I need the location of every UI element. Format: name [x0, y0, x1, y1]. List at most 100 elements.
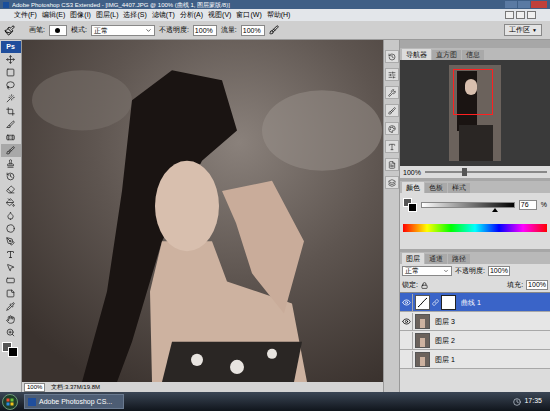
panel-tab[interactable]: 通道	[425, 254, 447, 264]
tool-button[interactable]	[1, 170, 21, 183]
opacity-field[interactable]: 100%	[193, 25, 217, 36]
tool-presets-icon	[388, 89, 396, 97]
color-value-field[interactable]: 76	[519, 200, 537, 210]
panel-tab[interactable]: 色板	[425, 183, 447, 193]
tool-button[interactable]	[1, 105, 21, 118]
menu-item[interactable]: 帮助(H)	[267, 10, 291, 20]
doc-close-button[interactable]	[527, 11, 536, 19]
tool-button[interactable]	[1, 92, 21, 105]
panel-button[interactable]	[385, 86, 399, 99]
flow-field[interactable]: 100%	[241, 25, 265, 36]
tool-button[interactable]	[1, 222, 21, 235]
visibility-toggle[interactable]	[401, 351, 413, 368]
fill-field[interactable]: 100%	[526, 280, 548, 290]
taskbar-button[interactable]: Adobe Photoshop CS...	[24, 394, 124, 409]
panel-tab[interactable]: 路径	[448, 254, 470, 264]
panel-tab[interactable]: 图层	[402, 253, 424, 264]
menu-item[interactable]: 窗口(W)	[236, 10, 261, 20]
brush-picker[interactable]	[49, 25, 67, 36]
panel-button[interactable]	[385, 104, 399, 117]
mode-select[interactable]: 正常	[91, 25, 155, 36]
visibility-toggle[interactable]	[401, 313, 413, 330]
doc-restore-button[interactable]	[516, 11, 525, 19]
tool-button[interactable]	[1, 118, 21, 131]
color-swatches[interactable]	[2, 342, 20, 358]
panel-tab[interactable]: 直方图	[432, 50, 461, 60]
panel-button[interactable]	[385, 50, 399, 63]
view-box[interactable]	[453, 69, 493, 115]
tool-button[interactable]	[1, 144, 21, 157]
options-bar: 画笔:模式:正常不透明度:100%流量:100%工作区▼	[0, 21, 550, 40]
history-panel-icon	[388, 53, 396, 61]
tool-button[interactable]	[1, 326, 21, 339]
tool-button[interactable]	[1, 274, 21, 287]
menu-item[interactable]: 图层(L)	[96, 10, 119, 20]
panel-tab[interactable]: 导航器	[402, 49, 431, 60]
zoom-slider[interactable]	[425, 171, 547, 173]
blend-mode-select[interactable]: 正常	[402, 266, 452, 276]
visibility-toggle[interactable]	[401, 332, 413, 349]
navigator-zoom: 100%	[403, 168, 421, 177]
photo	[22, 40, 383, 382]
start-orb-icon[interactable]	[2, 394, 18, 410]
tool-button[interactable]	[1, 196, 21, 209]
layer-row[interactable]: 曲线 1	[400, 293, 550, 312]
menu-item[interactable]: 编辑(E)	[42, 10, 65, 20]
panel-tab[interactable]: 样式	[448, 183, 470, 193]
menu-item[interactable]: 选择(S)	[123, 10, 146, 20]
tool-button[interactable]	[1, 183, 21, 196]
panel-button[interactable]	[385, 176, 399, 189]
menu-item[interactable]: 文件(F)	[14, 10, 37, 20]
tool-button[interactable]	[1, 235, 21, 248]
layer-row[interactable]: 图层 3	[400, 312, 550, 331]
brush-preset-icon[interactable]	[4, 25, 15, 36]
zoom-field[interactable]: 100%	[24, 383, 45, 392]
airbrush-icon[interactable]	[269, 25, 279, 35]
panel-tab[interactable]: 颜色	[402, 182, 424, 193]
system-tray: 17:35	[509, 394, 546, 409]
fg-bg-swatch[interactable]	[403, 198, 417, 212]
tool-button[interactable]	[1, 66, 21, 79]
layer-row[interactable]: 图层 2	[400, 331, 550, 350]
layer-row[interactable]: 图层 1	[400, 350, 550, 369]
ps-logo[interactable]: Ps	[1, 41, 21, 53]
menu-item[interactable]: 分析(A)	[180, 10, 203, 20]
tray-icon[interactable]	[513, 398, 521, 406]
doc-minimize-button[interactable]	[505, 11, 514, 19]
menu-item[interactable]: 图像(I)	[70, 10, 91, 20]
panel-button[interactable]	[385, 140, 399, 153]
menu-item[interactable]: 视图(V)	[208, 10, 231, 20]
lock-label: 锁定:	[402, 280, 418, 291]
color-slider[interactable]	[421, 202, 515, 208]
close-button[interactable]	[531, 1, 547, 8]
tool-button[interactable]	[1, 157, 21, 170]
document-window: 100%文档:3.37M/19.8M	[22, 40, 383, 392]
tool-button[interactable]	[1, 287, 21, 300]
tool-button[interactable]	[1, 313, 21, 326]
spectrum-bar[interactable]	[403, 224, 547, 232]
panel-button[interactable]	[385, 158, 399, 171]
tool-button[interactable]	[1, 248, 21, 261]
history-brush-tool-icon	[6, 172, 15, 181]
maximize-button[interactable]	[518, 1, 530, 8]
tool-button[interactable]	[1, 131, 21, 144]
toolbox: Ps	[0, 40, 22, 392]
visibility-toggle[interactable]	[401, 294, 413, 311]
tool-button[interactable]	[1, 261, 21, 274]
workspace-button[interactable]: 工作区▼	[504, 24, 542, 36]
tool-button[interactable]	[1, 209, 21, 222]
minimize-button[interactable]	[505, 1, 517, 8]
panel-button[interactable]	[385, 68, 399, 81]
layer-opacity-field[interactable]: 100%	[488, 266, 510, 276]
tool-button[interactable]	[1, 79, 21, 92]
panel-tab[interactable]: 信息	[462, 50, 484, 60]
color-tabs: 颜色色板样式	[400, 181, 550, 193]
canvas[interactable]	[22, 40, 383, 382]
tool-button[interactable]	[1, 53, 21, 66]
eye-icon	[402, 298, 411, 307]
tool-button[interactable]	[1, 300, 21, 313]
lock-icon[interactable]	[421, 282, 428, 289]
menu-item[interactable]: 滤镜(T)	[152, 10, 175, 20]
gradient-tool-icon	[6, 198, 15, 207]
panel-button[interactable]	[385, 122, 399, 135]
